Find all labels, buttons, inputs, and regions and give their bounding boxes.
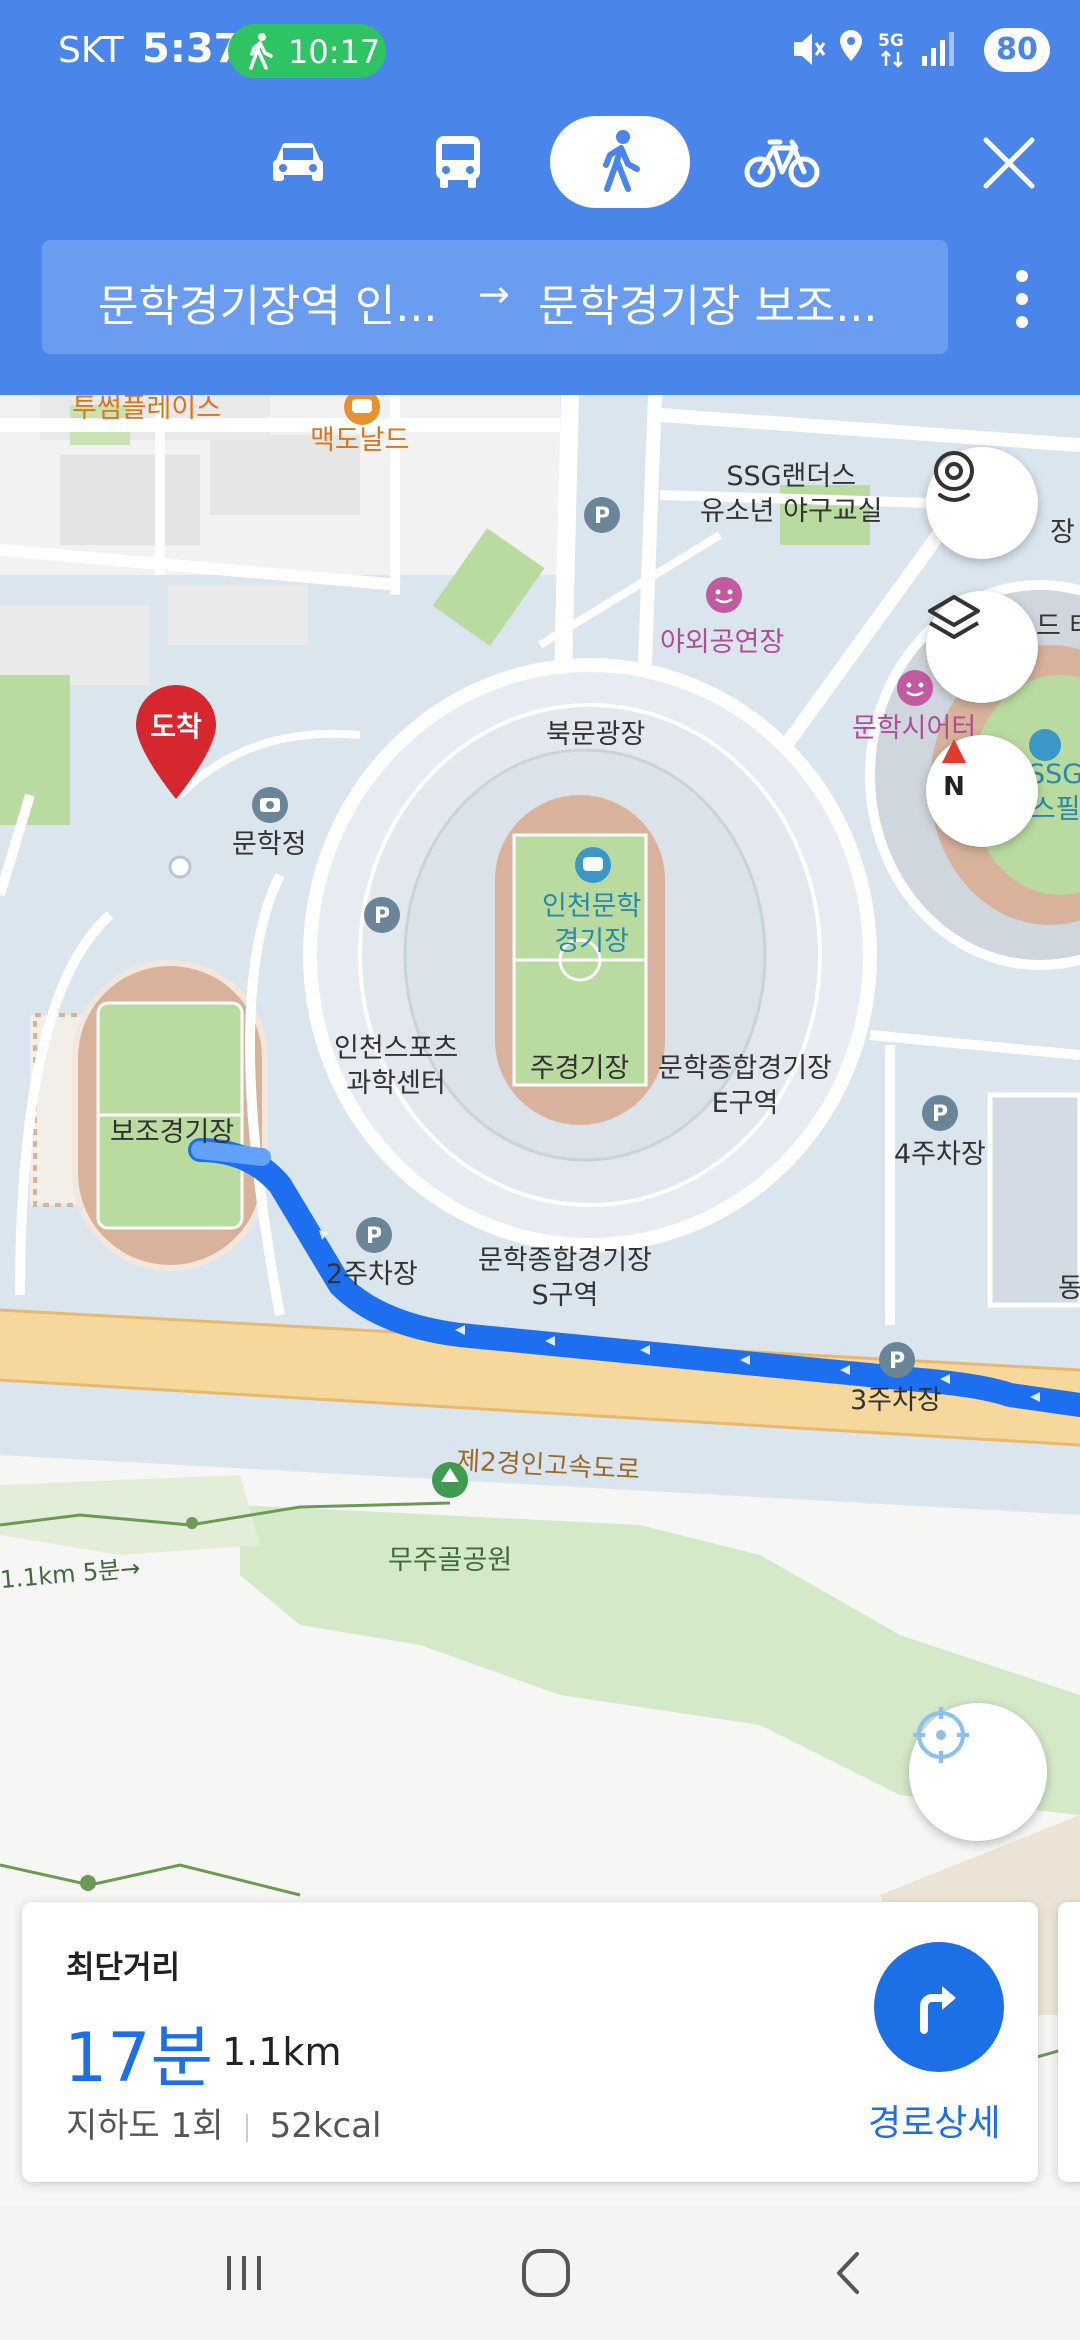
route-summary-bar[interactable]: 문학경기장역 인... → 문학경기장 보조... [42,240,948,354]
svg-text:P: P [932,1102,948,1127]
svg-text:N: N [943,772,965,802]
bus-icon [436,136,480,188]
route-origin[interactable]: 문학경기장역 인... [98,270,437,334]
system-nav-bar [0,2205,1080,2340]
crosshair-icon [913,1707,969,1763]
route-detail-button[interactable] [874,1942,1004,2072]
poi-mujugol-park[interactable]: 무주골공원 [388,1543,512,1578]
route-type-label: 최단거리 [66,1950,181,1986]
route-meta: 지하도 1회 52kcal [66,2098,382,2147]
label-parking-2[interactable]: 2주차장 [326,1257,418,1292]
poi-mcdonalds[interactable]: 맥도날드 [310,423,409,458]
next-route-card-peek[interactable] [1058,1902,1080,2182]
label-edge-dong: 동 [1058,1273,1080,1304]
route-summary-card[interactable]: 최단거리 17분 1.1km 지하도 1회 52kcal 경로상세 [22,1902,1038,2182]
label-main-stadium: 주경기장 [530,1053,630,1084]
signal-icon [918,26,958,76]
walk-timer-text: 10:17 [288,33,381,71]
map-layers-button[interactable] [926,591,1038,703]
home-icon [522,2248,570,2297]
tab-walk[interactable] [550,116,690,208]
tab-bus[interactable] [408,122,508,202]
back-icon [837,2251,859,2294]
recent-apps-button[interactable] [174,2205,314,2340]
svg-text:P: P [374,904,390,929]
status-bar: SKT 5:37 10:17 5G 80 [0,0,1080,100]
calories: 52kcal [269,2106,382,2146]
route-arrow-icon: → [478,272,510,316]
underpass-count: 지하도 1회 [66,2106,224,2146]
close-icon [983,137,1035,189]
route-detail-label[interactable]: 경로상세 [868,2094,1000,2146]
walk-timer-pill[interactable]: 10:17 [228,24,386,78]
bike-icon [744,139,820,188]
transport-mode-tabs [0,112,1080,212]
compass-icon: N [942,739,966,802]
turn-right-icon [920,1986,956,2034]
label-edge-jang: 장 [1050,517,1075,548]
more-vertical-icon [1016,270,1028,328]
meta-divider [245,2113,248,2142]
status-icons: 5G 80 [790,26,1050,76]
more-options-button[interactable] [992,266,1052,332]
back-button[interactable] [780,2205,920,2340]
label-parking-4[interactable]: 4주차장 [894,1137,986,1172]
poi-outdoor-stage[interactable]: 야외공연장 [660,625,784,660]
walk-small-icon [246,32,276,78]
street-view-button[interactable] [926,447,1038,559]
carrier-label: SKT [58,30,124,71]
poi-sports-science-center[interactable]: 인천스포츠 과학센터 [334,1031,458,1101]
label-parking-3[interactable]: 3주차장 [850,1383,942,1418]
my-location-button[interactable] [909,1703,1047,1841]
tab-car[interactable] [248,122,348,202]
mute-icon [790,26,826,76]
svg-text:5G: 5G [878,31,904,51]
location-icon [836,26,866,76]
arrival-marker[interactable]: 도착 [132,683,220,803]
label-sub-stadium[interactable]: 보조경기장 [110,1115,234,1150]
battery-icon: 80 [984,28,1050,72]
svg-text:P: P [889,1349,905,1374]
recent-apps-icon [227,2255,261,2290]
poi-incheon-munhak-stadium[interactable]: 인천문학 경기장 [542,889,641,959]
home-button[interactable] [476,2205,616,2340]
car-icon [272,142,324,181]
poi-ssg-academy[interactable]: SSG랜더스 유소년 야구교실 [700,459,882,529]
route-duration: 17분 [64,2019,214,2098]
layers-icon [928,595,980,639]
label-e-zone: 문학종합경기장 E구역 [658,1053,832,1119]
app-header: SKT 5:37 10:17 5G 80 문학경기장역 인... → 문학경기장… [0,0,1080,395]
status-time: 5:37 [142,26,242,72]
label-north-plaza: 북문광장 [546,719,646,750]
close-button[interactable] [974,128,1044,198]
route-destination[interactable]: 문학경기장 보조... [538,270,877,334]
arrival-label: 도착 [150,710,202,743]
label-edge-te: 드 테 [1036,611,1080,642]
label-s-zone: 문학종합경기장 S구역 [478,1245,652,1311]
compass-button[interactable]: N [926,735,1038,847]
walk-icon [603,130,640,192]
street-view-icon [934,451,974,502]
poi-munhakjeong[interactable]: 문학정 [232,827,307,862]
5g-icon: 5G [876,26,912,76]
svg-text:P: P [594,504,610,529]
poi-tusseom[interactable]: 투썸플레이스 [72,395,221,426]
route-distance: 1.1km [222,2030,342,2074]
svg-text:P: P [366,1224,382,1249]
tab-bike[interactable] [732,122,832,202]
